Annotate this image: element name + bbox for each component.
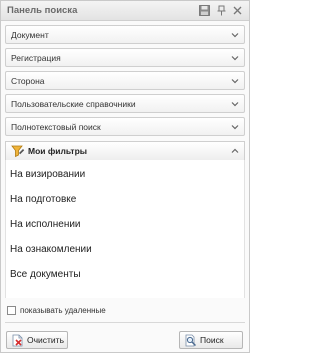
footer-divider xyxy=(5,322,245,323)
section-label: Документ xyxy=(11,30,49,40)
filter-icon xyxy=(11,145,25,158)
search-button-label: Поиск xyxy=(200,335,224,345)
pin-icon[interactable] xyxy=(214,4,228,17)
section-label: Полнотекстовый поиск xyxy=(11,122,101,132)
section-label: Регистрация xyxy=(11,53,61,63)
panel-title: Панель поиска xyxy=(7,5,78,16)
section-fulltext-search[interactable]: Полнотекстовый поиск xyxy=(5,117,245,136)
chevron-down-icon xyxy=(231,33,239,38)
section-document[interactable]: Документ xyxy=(5,25,245,44)
clear-button[interactable]: Очистить xyxy=(6,331,68,349)
clear-icon xyxy=(12,334,23,346)
filter-item-in-execution[interactable]: На исполнении xyxy=(10,219,81,230)
chevron-down-icon xyxy=(231,125,239,130)
section-user-directories[interactable]: Пользовательские справочники xyxy=(5,94,245,113)
chevron-down-icon xyxy=(231,102,239,107)
section-registration[interactable]: Регистрация xyxy=(5,48,245,67)
filter-item-for-review[interactable]: На ознакомлении xyxy=(10,244,92,255)
search-button[interactable]: Поиск xyxy=(179,331,243,349)
chevron-down-icon xyxy=(231,56,239,61)
filter-item-in-preparation[interactable]: На подготовке xyxy=(10,194,76,205)
section-label: Сторона xyxy=(11,76,45,86)
filter-item-on-approval[interactable]: На визировании xyxy=(10,169,85,180)
close-icon[interactable] xyxy=(230,4,244,17)
show-deleted-option[interactable]: показывать удаленные xyxy=(7,304,106,316)
filter-item-all-documents[interactable]: Все документы xyxy=(10,269,81,280)
show-deleted-checkbox[interactable] xyxy=(7,305,16,315)
search-panel: Панель поиска Документ Регистрация Сторо… xyxy=(0,0,250,353)
clear-button-label: Очистить xyxy=(27,335,65,345)
chevron-down-icon xyxy=(231,79,239,84)
search-icon xyxy=(185,334,196,346)
my-filters-list: На визировании На подготовке На исполнен… xyxy=(5,160,245,298)
chevron-up-icon xyxy=(231,148,239,153)
show-deleted-label: показывать удаленные xyxy=(20,305,106,315)
section-label: Пользовательские справочники xyxy=(11,99,136,109)
panel-titlebar: Панель поиска xyxy=(1,1,249,21)
section-party[interactable]: Сторона xyxy=(5,71,245,90)
save-icon[interactable] xyxy=(197,4,211,17)
my-filters-header[interactable]: Мои фильтры xyxy=(5,141,245,160)
my-filters-title: Мои фильтры xyxy=(28,146,88,156)
